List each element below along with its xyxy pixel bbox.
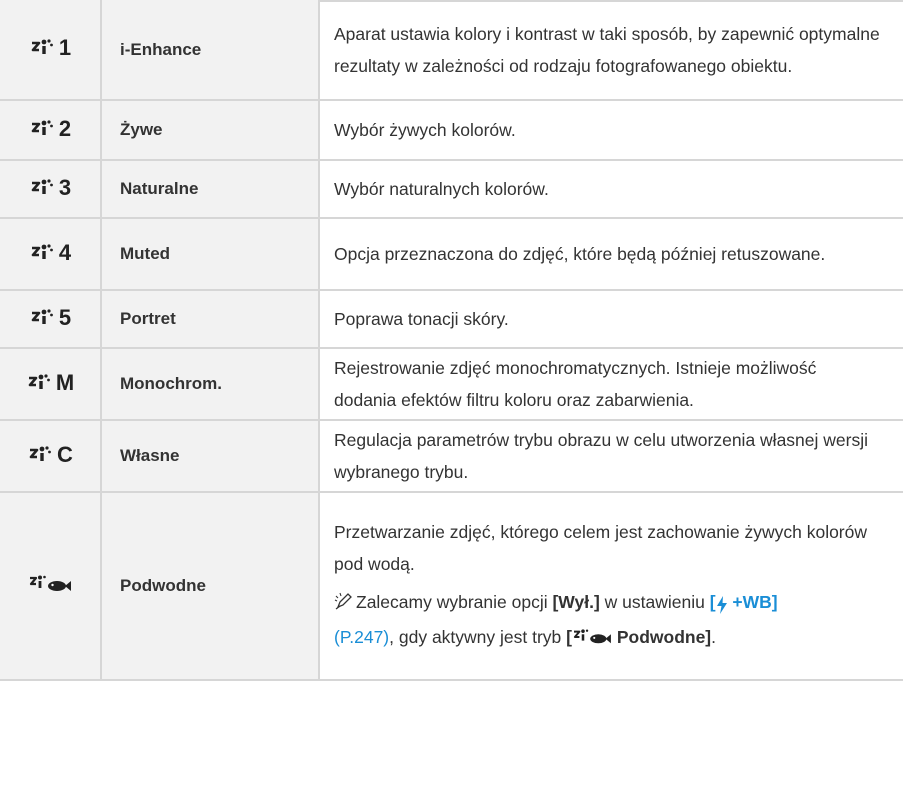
mode-name: Własne [101, 420, 320, 493]
mode-description-cell: Aparat ustawia kolory i kontrast w taki … [319, 0, 903, 101]
mode-description: Wybór naturalnych kolorów. [334, 179, 549, 199]
hint-pencil-icon [334, 589, 354, 621]
mode-number: 2 [58, 115, 72, 141]
mode-icon-cell: 4 [0, 218, 102, 291]
mode-icon-cell: 2 [0, 100, 102, 161]
mode-description: Rejestrowanie zdjęć monochromatycznych. … [334, 358, 817, 410]
mode-description: Regulacja parametrów trybu obrazu w celu… [334, 430, 868, 482]
mode-description-cell: Rejestrowanie zdjęć monochromatycznych. … [319, 348, 903, 421]
underwater-mode-icon [28, 574, 72, 594]
flash-icon [716, 589, 728, 621]
mode-name: Naturalne [101, 160, 320, 219]
mode-name-inline: Podwodne] [611, 627, 712, 647]
mode-description-cell: Poprawa tonacji skóry. [319, 290, 903, 349]
mode-description: Opcja przeznaczona do zdjęć, które będą … [334, 244, 826, 264]
table-row: Podwodne Przetwarzanie zdjęć, którego cel… [0, 492, 903, 681]
mode-description-cell: Regulacja parametrów trybu obrazu w celu… [319, 420, 903, 493]
mode-number: 5 [58, 304, 72, 330]
note-option: [Wył.] [552, 592, 600, 612]
picture-mode-table: 1 i-Enhance Aparat ustawia kolory i kontra… [0, 0, 903, 681]
mode-description: Aparat ustawia kolory i kontrast w taki … [334, 23, 880, 76]
note-mid: w ustawieniu [599, 592, 710, 612]
table-row: 1 i-Enhance Aparat ustawia kolory i kontra… [0, 0, 903, 101]
table-row: M Monochrom. Rejestrowanie zdjęć monochrom… [0, 348, 903, 421]
table-row: C Własne Regulacja parametrów trybu obrazu… [0, 420, 903, 493]
mode-name: Podwodne [101, 492, 320, 681]
picture-mode-icon: 1 [29, 35, 71, 61]
note-prefix: Zalecamy wybranie opcji [356, 592, 553, 612]
mode-icon-cell: 1 [0, 0, 102, 101]
mode-description-cell: Przetwarzanie zdjęć, którego celem jest … [319, 492, 903, 681]
mode-number: C [57, 441, 73, 467]
underwater-mode-icon [572, 624, 612, 656]
mode-icon-cell: 5 [0, 290, 102, 349]
setting-text: +WB] [727, 592, 778, 612]
hint-note: Zalecamy wybranie opcji [Wył.] w ustawie… [334, 586, 883, 656]
note-end: . [711, 627, 717, 647]
mode-description: Poprawa tonacji skóry. [334, 309, 509, 329]
table-row: 2 Żywe Wybór żywych kolorów. [0, 100, 903, 161]
table-row: 4 Muted Opcja przeznaczona do zdjęć, które… [0, 218, 903, 291]
table-row: 5 Portret Poprawa tonacji skóry. [0, 290, 903, 349]
note-mode: [ Podwodne] [566, 627, 711, 647]
mode-description: Przetwarzanie zdjęć, którego celem jest … [334, 522, 868, 574]
mode-icon-cell: C [0, 420, 102, 493]
note-setting[interactable]: [ +WB] [710, 592, 778, 614]
picture-mode-icon: 5 [29, 305, 71, 331]
table-row: 3 Naturalne Wybór naturalnych kolorów. [0, 160, 903, 219]
mode-icon-cell [0, 492, 102, 681]
mode-name: Muted [101, 218, 320, 291]
mode-name: Portret [101, 290, 320, 349]
mode-number: 1 [58, 35, 72, 60]
picture-mode-icon: 3 [29, 175, 71, 201]
mode-description: Wybór żywych kolorów. [334, 120, 516, 140]
page-reference-link[interactable]: (P.247) [334, 627, 389, 647]
picture-mode-icon: 2 [29, 116, 71, 142]
mode-description-cell: Wybór naturalnych kolorów. [319, 160, 903, 219]
mode-description-cell: Wybór żywych kolorów. [319, 100, 903, 161]
mode-number: M [55, 369, 75, 395]
mode-icon-cell: M [0, 348, 102, 421]
picture-mode-icon: 4 [29, 240, 71, 266]
mode-name: Żywe [101, 100, 320, 161]
mode-number: 4 [58, 239, 72, 265]
note-suffix: , gdy aktywny jest tryb [389, 627, 567, 647]
mode-name: Monochrom. [101, 348, 320, 421]
picture-mode-icon: M [26, 370, 74, 396]
mode-name: i-Enhance [101, 0, 320, 101]
mode-description-cell: Opcja przeznaczona do zdjęć, które będą … [319, 218, 903, 291]
mode-icon-cell: 3 [0, 160, 102, 219]
mode-number: 3 [58, 174, 72, 200]
picture-mode-icon: C [27, 442, 73, 468]
